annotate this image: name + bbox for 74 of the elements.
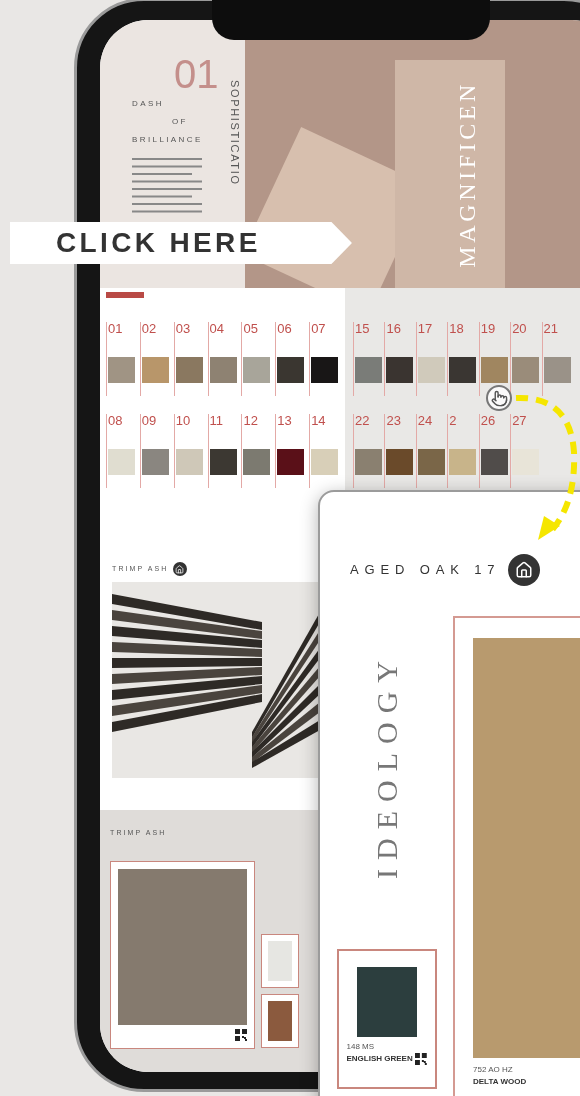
color-swatch[interactable] (512, 357, 540, 383)
swatch-number: 03 (175, 322, 192, 335)
hero-title-line: OF (171, 116, 189, 128)
swatch-number: 21 (543, 322, 560, 335)
color-swatch[interactable] (175, 449, 203, 475)
color-swatch[interactable] (243, 449, 271, 475)
click-here-banner[interactable]: CLICK HERE (10, 222, 352, 264)
swatch-number: 01 (108, 322, 124, 335)
color-swatch[interactable] (512, 449, 540, 475)
qr-code-icon (414, 1052, 427, 1065)
swatch-number: 10 (175, 414, 192, 427)
color-swatch[interactable] (209, 449, 237, 475)
detail-title: AGED OAK 17 (350, 561, 501, 580)
swatch-number: 23 (386, 414, 402, 427)
swatch-number: 15 (355, 322, 371, 335)
swatch-number: 04 (209, 322, 226, 335)
color-swatch[interactable] (417, 449, 445, 475)
color-swatch[interactable] (108, 449, 135, 475)
color-swatch[interactable] (480, 449, 508, 475)
qr-code-icon (235, 1028, 247, 1041)
color-swatch[interactable] (141, 449, 169, 475)
color-swatch[interactable] (543, 357, 571, 383)
hero-title-line: DASH (132, 98, 165, 110)
swatch-number: 14 (311, 414, 327, 427)
swatch-number: 20 (512, 322, 528, 335)
swatch-number: 05 (243, 322, 259, 335)
color-swatch[interactable] (480, 357, 508, 383)
vertical-label: SOPHISTICATIO (228, 80, 242, 186)
sample-name: ENGLISH GREEN (346, 1052, 413, 1065)
swatch-number: 27 (512, 414, 528, 427)
swatch-number: 13 (277, 414, 293, 427)
color-swatch[interactable] (355, 357, 382, 383)
home-icon[interactable] (172, 562, 187, 576)
swatch-number: 07 (311, 322, 327, 335)
photo-title: MAGNIFICEN (453, 81, 481, 268)
swatch-number: 18 (449, 322, 465, 335)
color-swatch[interactable] (311, 357, 339, 383)
swatch-number: 17 (417, 322, 434, 335)
swatch-number: 08 (108, 414, 124, 427)
swatch-number: 06 (277, 322, 293, 335)
sample-card (261, 933, 299, 988)
sample-code: 752 AO HZ (473, 1064, 514, 1076)
contents-tag (106, 292, 144, 298)
color-swatch[interactable] (449, 357, 477, 383)
swatch-number: 11 (209, 414, 225, 427)
color-swatch[interactable] (209, 357, 237, 383)
color-swatch[interactable] (141, 357, 169, 383)
page-number: 01 (174, 54, 219, 94)
color-swatch[interactable] (277, 357, 305, 383)
color-swatch[interactable] (386, 449, 414, 475)
swatch-number: 2 (449, 414, 458, 427)
color-swatch[interactable] (277, 449, 305, 475)
color-swatch[interactable] (386, 357, 414, 383)
color-swatch[interactable] (243, 357, 271, 383)
swatch-number: 09 (141, 414, 158, 427)
color-swatch[interactable] (449, 449, 477, 475)
swatch-number: 12 (243, 414, 259, 427)
swatch-number: 22 (355, 414, 371, 427)
color-swatch[interactable] (417, 357, 445, 383)
color-swatch[interactable] (175, 357, 203, 383)
swatch-number: 16 (386, 322, 402, 335)
vertical-label: IDEOLOGY (369, 652, 404, 879)
swatch-number: 24 (417, 414, 434, 427)
home-icon[interactable] (508, 554, 541, 586)
sample-name: DELTA WOOD (473, 1076, 528, 1088)
color-swatch[interactable] (355, 449, 382, 475)
swatch-number: 26 (480, 414, 497, 427)
color-swatch[interactable] (108, 357, 135, 383)
sample-card (261, 993, 299, 1048)
sample-code: 148 MS (346, 1040, 376, 1053)
color-swatch[interactable] (311, 449, 339, 475)
swatch-number: 02 (141, 322, 158, 335)
swatch-number: 19 (480, 322, 497, 335)
hero-title-line: BRILLIANCE (132, 134, 204, 146)
